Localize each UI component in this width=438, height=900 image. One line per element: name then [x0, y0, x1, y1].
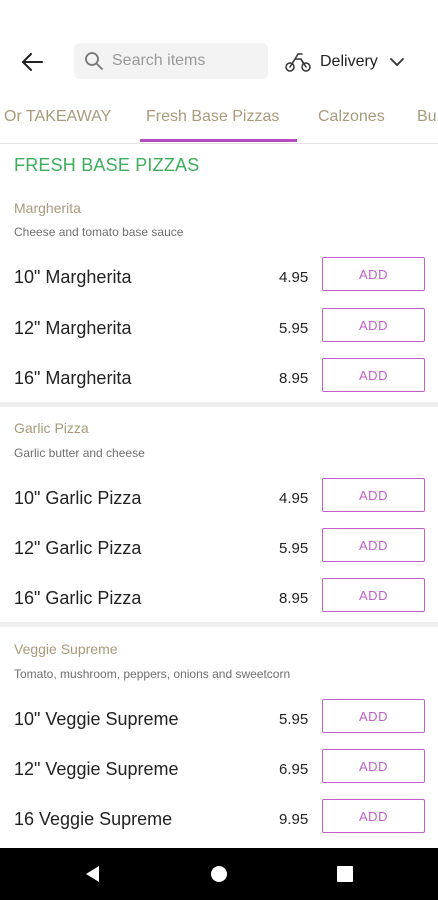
group-description: Cheese and tomato base sauce: [14, 225, 184, 239]
search-box[interactable]: [74, 43, 268, 79]
search-input[interactable]: [112, 52, 262, 70]
active-tab-indicator: [140, 139, 297, 142]
triangle-back-icon: [86, 866, 99, 882]
tab-bu[interactable]: Bu: [417, 100, 437, 143]
menu-item: 16 Veggie Supreme 9.95 ADD: [0, 797, 438, 847]
delivery-selector[interactable]: Delivery: [284, 45, 404, 79]
group-name: Garlic Pizza: [14, 420, 89, 436]
item-price: 8.95: [279, 370, 309, 387]
item-name: 12" Veggie Supreme: [14, 759, 179, 779]
tab-takeaway[interactable]: Or TAKEAWAY: [4, 100, 111, 143]
back-button[interactable]: [14, 44, 50, 80]
item-price: 5.95: [279, 320, 309, 337]
item-price: 9.95: [279, 811, 309, 828]
tab-calzones[interactable]: Calzones: [318, 100, 385, 143]
square-recents-icon: [337, 866, 353, 882]
menu-item: 16" Margherita 8.95 ADD: [0, 356, 438, 406]
item-price: 5.95: [279, 540, 309, 557]
add-button[interactable]: ADD: [322, 578, 425, 612]
item-name: 16" Margherita: [14, 368, 132, 388]
section-divider: [0, 622, 438, 627]
item-price: 5.95: [279, 711, 309, 728]
menu-item: 10" Garlic Pizza 4.95 ADD: [0, 476, 438, 526]
group-name: Veggie Supreme: [14, 641, 118, 657]
item-name: 10" Veggie Supreme: [14, 709, 179, 729]
top-bar: Delivery: [0, 0, 438, 100]
category-tabs: Or TAKEAWAY Fresh Base Pizzas Calzones B…: [0, 100, 438, 144]
group-description: Garlic butter and cheese: [14, 446, 145, 460]
menu-item: 10" Margherita 4.95 ADD: [0, 255, 438, 305]
item-price: 4.95: [279, 490, 309, 507]
menu-item: 12" Garlic Pizza 5.95 ADD: [0, 526, 438, 576]
add-button[interactable]: ADD: [322, 478, 425, 512]
group-description: Tomato, mushroom, peppers, onions and sw…: [14, 667, 291, 681]
item-price: 8.95: [279, 590, 309, 607]
item-name: 12" Margherita: [14, 318, 132, 338]
menu-item: 12" Margherita 5.95 ADD: [0, 306, 438, 356]
menu-item: 10" Veggie Supreme 5.95 ADD: [0, 697, 438, 747]
menu-item: 12" Veggie Supreme 6.95 ADD: [0, 747, 438, 797]
add-button[interactable]: ADD: [322, 308, 425, 342]
item-name: 12" Garlic Pizza: [14, 538, 142, 558]
item-name: 10" Garlic Pizza: [14, 488, 142, 508]
add-button[interactable]: ADD: [322, 749, 425, 783]
item-price: 6.95: [279, 761, 309, 778]
add-button[interactable]: ADD: [322, 699, 425, 733]
search-icon: [85, 52, 103, 70]
menu-item: 16" Garlic Pizza 8.95 ADD: [0, 576, 438, 626]
section-divider: [0, 402, 438, 407]
system-nav-bar: [0, 848, 438, 900]
item-name: 16 Veggie Supreme: [14, 809, 173, 829]
item-price: 4.95: [279, 269, 309, 286]
nav-home-button[interactable]: [207, 862, 231, 886]
chevron-down-icon: [389, 58, 404, 66]
back-arrow-icon: [22, 53, 43, 71]
nav-recents-button[interactable]: [333, 862, 357, 886]
nav-back-button[interactable]: [80, 862, 104, 886]
item-name: 16" Garlic Pizza: [14, 588, 142, 608]
item-name: 10" Margherita: [14, 267, 132, 287]
group-name: Margherita: [14, 200, 81, 216]
tab-fresh-base-pizzas[interactable]: Fresh Base Pizzas: [146, 100, 279, 143]
add-button[interactable]: ADD: [322, 257, 425, 291]
delivery-label: Delivery: [320, 53, 378, 70]
section-title: FRESH BASE PIZZAS: [14, 155, 200, 175]
add-button[interactable]: ADD: [322, 358, 425, 392]
add-button[interactable]: ADD: [322, 528, 425, 562]
circle-home-icon: [211, 866, 227, 882]
delivery-icon: [285, 53, 311, 72]
add-button[interactable]: ADD: [322, 799, 425, 833]
